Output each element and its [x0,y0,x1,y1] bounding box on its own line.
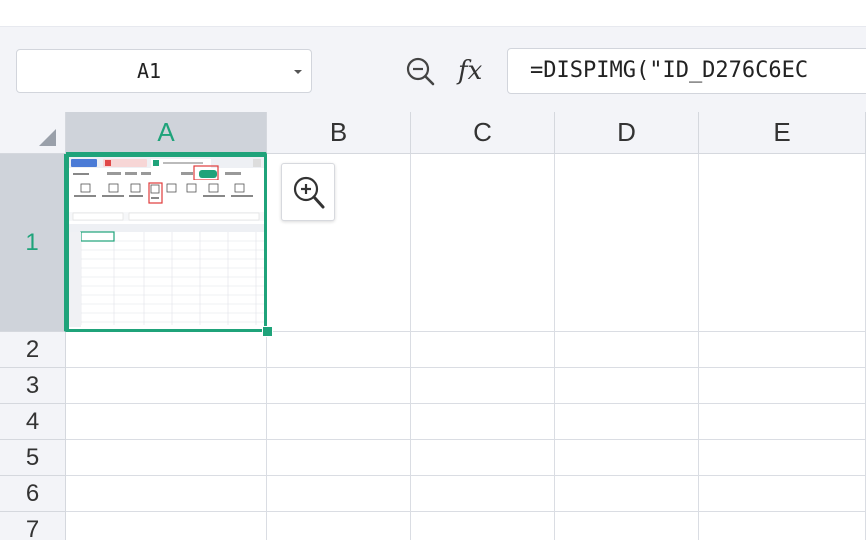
cell-a2[interactable] [66,332,267,368]
cell-e6[interactable] [699,476,866,512]
row-header-1[interactable]: 1 [0,154,66,332]
column-header-b[interactable]: B [267,112,411,154]
row-header-6[interactable]: 6 [0,476,66,512]
cell-d4[interactable] [555,404,699,440]
cell-d1[interactable] [555,154,699,332]
cell-e3[interactable] [699,368,866,404]
cell-b5[interactable] [267,440,411,476]
cell-b4[interactable] [267,404,411,440]
cell-d5[interactable] [555,440,699,476]
cell-c1[interactable] [411,154,555,332]
cell-d3[interactable] [555,368,699,404]
cell-e5[interactable] [699,440,866,476]
cell-d2[interactable] [555,332,699,368]
cell-a5[interactable] [66,440,267,476]
cell-e4[interactable] [699,404,866,440]
cell-a4[interactable] [66,404,267,440]
cell-c3[interactable] [411,368,555,404]
formula-bar-input[interactable]: =DISPIMG("ID_D276C6EC [507,48,866,94]
spreadsheet-grid: A B C D E 1 2 3 4 5 6 7 [0,112,866,540]
cell-a6[interactable] [66,476,267,512]
row-header-4[interactable]: 4 [0,404,66,440]
select-all-triangle-icon [39,129,56,146]
cell-b6[interactable] [267,476,411,512]
cell-e7[interactable] [699,512,866,540]
column-header-a[interactable]: A [66,112,267,154]
cell-b3[interactable] [267,368,411,404]
fill-handle[interactable] [262,326,273,337]
cell-c2[interactable] [411,332,555,368]
cell-c5[interactable] [411,440,555,476]
top-strip [0,0,866,27]
cell-a7[interactable] [66,512,267,540]
cell-c7[interactable] [411,512,555,540]
cell-a1-selected[interactable] [66,154,267,332]
cell-e1[interactable] [699,154,866,332]
chevron-down-icon[interactable] [291,64,305,78]
cell-e2[interactable] [699,332,866,368]
name-box[interactable]: A1 [16,49,312,93]
cell-d7[interactable] [555,512,699,540]
cell-b2[interactable] [267,332,411,368]
cell-b7[interactable] [267,512,411,540]
cell-d6[interactable] [555,476,699,512]
fx-label[interactable]: fx [458,54,494,88]
row-header-7[interactable]: 7 [0,512,66,540]
embedded-image[interactable] [69,157,264,329]
zoom-out-icon[interactable] [403,54,437,88]
column-header-e[interactable]: E [699,112,866,154]
select-all-corner[interactable] [0,112,66,154]
row-header-5[interactable]: 5 [0,440,66,476]
formula-text[interactable]: =DISPIMG("ID_D276C6EC [530,49,808,93]
cell-c4[interactable] [411,404,555,440]
zoom-in-image-button[interactable] [281,163,335,221]
zoom-in-icon [293,176,325,209]
name-box-value[interactable]: A1 [17,50,281,92]
cell-a3[interactable] [66,368,267,404]
row-header-2[interactable]: 2 [0,332,66,368]
cell-c6[interactable] [411,476,555,512]
row-header-3[interactable]: 3 [0,368,66,404]
column-header-c[interactable]: C [411,112,555,154]
column-header-d[interactable]: D [555,112,699,154]
